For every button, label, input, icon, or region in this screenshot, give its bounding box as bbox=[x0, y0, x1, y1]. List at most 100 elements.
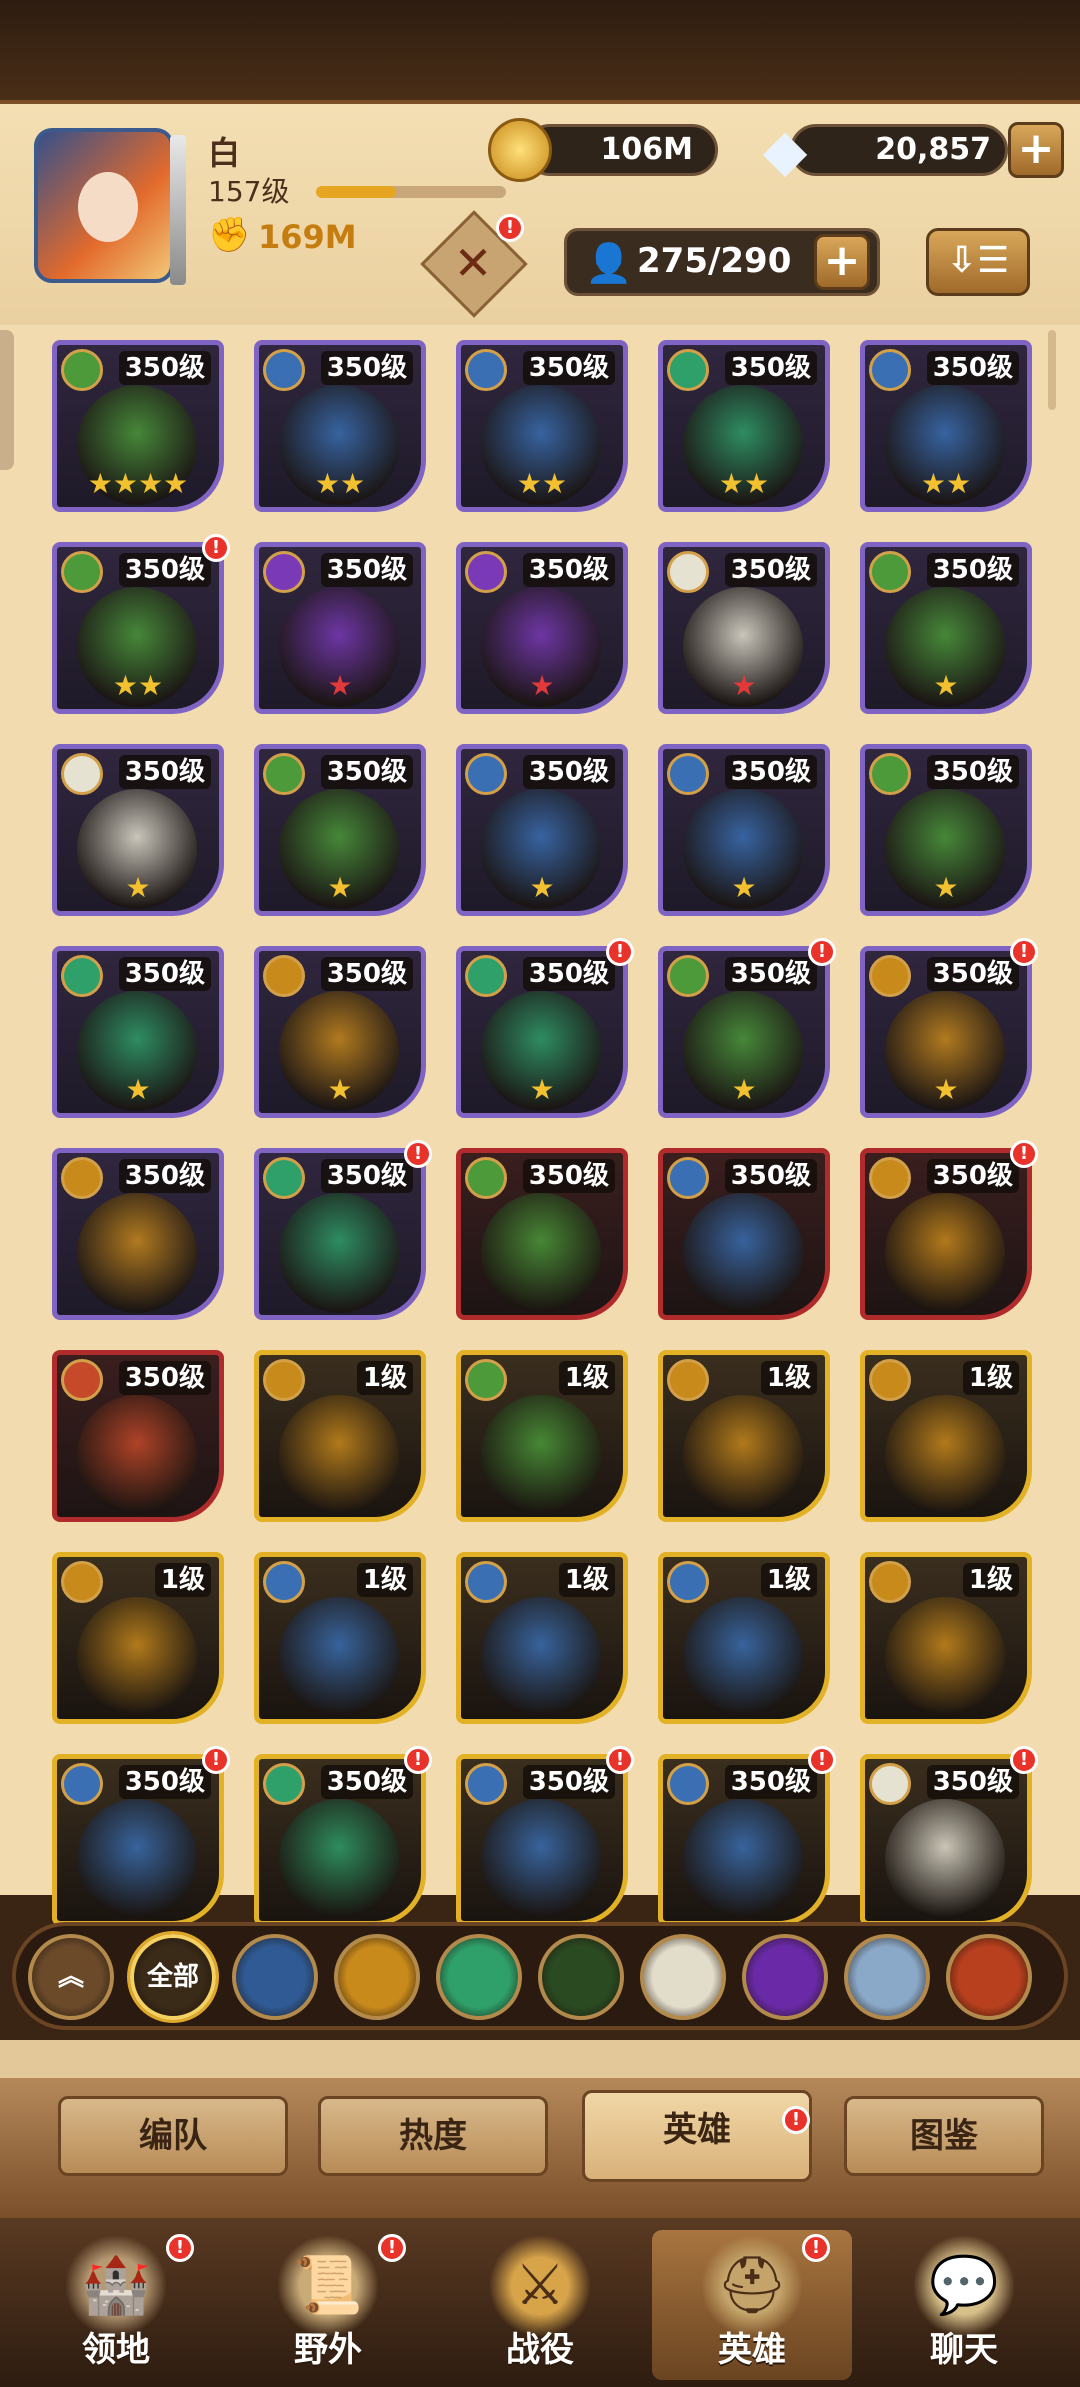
nav-聊天[interactable]: 💬 聊天 bbox=[864, 2230, 1064, 2380]
mauler-faction-icon bbox=[869, 1359, 911, 1401]
hero-level: 350级 bbox=[522, 755, 615, 789]
hero-card[interactable]: 350级 ★★ bbox=[658, 340, 830, 512]
hero-card[interactable]: 1级 bbox=[456, 1350, 628, 1522]
hero-card[interactable]: 350级 bbox=[456, 1148, 628, 1320]
hero-card[interactable]: 350级 ★★ bbox=[456, 340, 628, 512]
hero-portrait bbox=[481, 1597, 601, 1717]
hero-card[interactable]: 350级 bbox=[52, 1754, 224, 1926]
hero-card[interactable]: 350级 bbox=[52, 1350, 224, 1522]
left-edge-tab[interactable] bbox=[0, 330, 14, 470]
nav-alert-badge: ! bbox=[166, 2234, 194, 2262]
hero-level: 350级 bbox=[724, 1159, 817, 1193]
forest-faction-icon bbox=[263, 753, 305, 795]
hero-card[interactable]: 350级 ★ bbox=[658, 542, 830, 714]
tab-编队[interactable]: 编队 bbox=[58, 2096, 288, 2176]
hero-card[interactable]: 350级 ★★ bbox=[860, 340, 1032, 512]
lightbearer-faction-icon bbox=[667, 753, 709, 795]
hero-card[interactable]: 350级 ★★★★ bbox=[52, 340, 224, 512]
nav-label: 领地 bbox=[82, 2330, 150, 2370]
hero-level: 350级 bbox=[926, 553, 1019, 587]
xp-bar-fill bbox=[316, 186, 396, 198]
expand-capacity-button[interactable]: + bbox=[814, 234, 870, 290]
hero-card[interactable]: 1级 bbox=[254, 1552, 426, 1724]
hero-card[interactable]: 1级 bbox=[254, 1350, 426, 1522]
hero-card[interactable]: 1级 bbox=[658, 1552, 830, 1724]
hero-alert-badge: ! bbox=[808, 1746, 836, 1774]
hero-grid-scrollbar[interactable] bbox=[1048, 330, 1056, 410]
filter-hypogean-button[interactable] bbox=[742, 1934, 828, 2020]
filter-lightbearer-button[interactable] bbox=[232, 1934, 318, 2020]
status-bar-area bbox=[0, 0, 1080, 100]
hero-card[interactable]: 350级 ★ bbox=[254, 542, 426, 714]
hero-stars: ★★ bbox=[112, 669, 164, 702]
hero-stars: ★ bbox=[933, 669, 959, 702]
nav-alert-badge: ! bbox=[378, 2234, 406, 2262]
xp-bar bbox=[316, 186, 506, 198]
hero-card[interactable]: 350级 bbox=[254, 1148, 426, 1320]
mauler-faction-icon bbox=[263, 1359, 305, 1401]
hero-level: 1级 bbox=[154, 1563, 211, 1597]
filter-celestial-button[interactable] bbox=[640, 1934, 726, 2020]
hero-card[interactable]: 350级 ★ bbox=[254, 946, 426, 1118]
hypogean-faction-icon bbox=[465, 551, 507, 593]
hero-card[interactable]: 350级 ★★ bbox=[254, 340, 426, 512]
mauler-faction-icon bbox=[869, 1561, 911, 1603]
hero-portrait bbox=[279, 1799, 399, 1919]
hero-card[interactable]: 350级 ★ bbox=[456, 542, 628, 714]
hero-stars: ★★★★ bbox=[87, 467, 189, 500]
hero-level: 350级 bbox=[926, 1765, 1019, 1799]
hero-alert-badge: ! bbox=[1010, 938, 1038, 966]
add-diamonds-button[interactable]: + bbox=[1008, 122, 1064, 178]
hero-portrait bbox=[885, 1395, 1005, 1515]
hero-card[interactable]: 350级 ★ bbox=[254, 744, 426, 916]
hero-portrait bbox=[683, 1395, 803, 1515]
sort-button[interactable]: ⇩☰ bbox=[926, 228, 1030, 296]
hero-card[interactable]: 350级 ★ bbox=[658, 946, 830, 1118]
hero-card[interactable]: 350级 ★ bbox=[456, 744, 628, 916]
forest-faction-icon bbox=[667, 955, 709, 997]
hero-card[interactable]: 350级 ★ bbox=[52, 946, 224, 1118]
hero-level: 350级 bbox=[724, 553, 817, 587]
wilder-faction-icon bbox=[667, 349, 709, 391]
hero-card[interactable]: 350级 ★★ bbox=[52, 542, 224, 714]
hero-card[interactable]: 350级 ★ bbox=[52, 744, 224, 916]
lightbearer-faction-icon bbox=[263, 1561, 305, 1603]
player-name: 白 bbox=[208, 134, 241, 172]
tab-英雄[interactable]: 英雄 bbox=[582, 2090, 812, 2182]
hero-card[interactable]: 350级 bbox=[860, 1148, 1032, 1320]
nav-label: 英雄 bbox=[718, 2330, 786, 2370]
hero-alert-badge: ! bbox=[1010, 1746, 1038, 1774]
hero-card[interactable]: 350级 ★ bbox=[658, 744, 830, 916]
player-avatar[interactable] bbox=[34, 128, 174, 283]
filter-dimensional-button[interactable] bbox=[844, 1934, 930, 2020]
hero-card[interactable]: 350级 bbox=[456, 1754, 628, 1926]
hero-portrait bbox=[77, 1597, 197, 1717]
hero-card[interactable]: 350级 bbox=[658, 1148, 830, 1320]
filter-all-button[interactable]: 全部 bbox=[130, 1934, 216, 2020]
hero-card[interactable]: 350级 bbox=[52, 1148, 224, 1320]
filter-mauler-button[interactable] bbox=[334, 1934, 420, 2020]
filter-wilder-button[interactable] bbox=[436, 1934, 522, 2020]
nav-label: 野外 bbox=[294, 2330, 362, 2370]
hero-card[interactable]: 350级 bbox=[860, 1754, 1032, 1926]
hero-level: 350级 bbox=[926, 1159, 1019, 1193]
hero-card[interactable]: 350级 ★ bbox=[456, 946, 628, 1118]
hero-card[interactable]: 350级 ★ bbox=[860, 744, 1032, 916]
hero-card[interactable]: 350级 bbox=[254, 1754, 426, 1926]
tab-热度[interactable]: 热度 bbox=[318, 2096, 548, 2176]
hero-card[interactable]: 350级 ★ bbox=[860, 946, 1032, 1118]
hero-card[interactable]: 350级 bbox=[658, 1754, 830, 1926]
nav-战役[interactable]: ⚔ 战役 bbox=[440, 2230, 640, 2380]
filter-graveborn-button[interactable] bbox=[538, 1934, 624, 2020]
hero-card[interactable]: 350级 ★ bbox=[860, 542, 1032, 714]
hero-card[interactable]: 1级 bbox=[52, 1552, 224, 1724]
tab-图鉴[interactable]: 图鉴 bbox=[844, 2096, 1044, 2176]
fist-icon: ✊ bbox=[208, 215, 251, 255]
hero-card[interactable]: 1级 bbox=[860, 1552, 1032, 1724]
filter-collapse-button[interactable]: ︽ bbox=[28, 1934, 114, 2020]
hero-card[interactable]: 1级 bbox=[456, 1552, 628, 1724]
hero-card[interactable]: 1级 bbox=[658, 1350, 830, 1522]
filter-draconis-button[interactable] bbox=[946, 1934, 1032, 2020]
hero-card[interactable]: 1级 bbox=[860, 1350, 1032, 1522]
hero-level: 350级 bbox=[320, 957, 413, 991]
